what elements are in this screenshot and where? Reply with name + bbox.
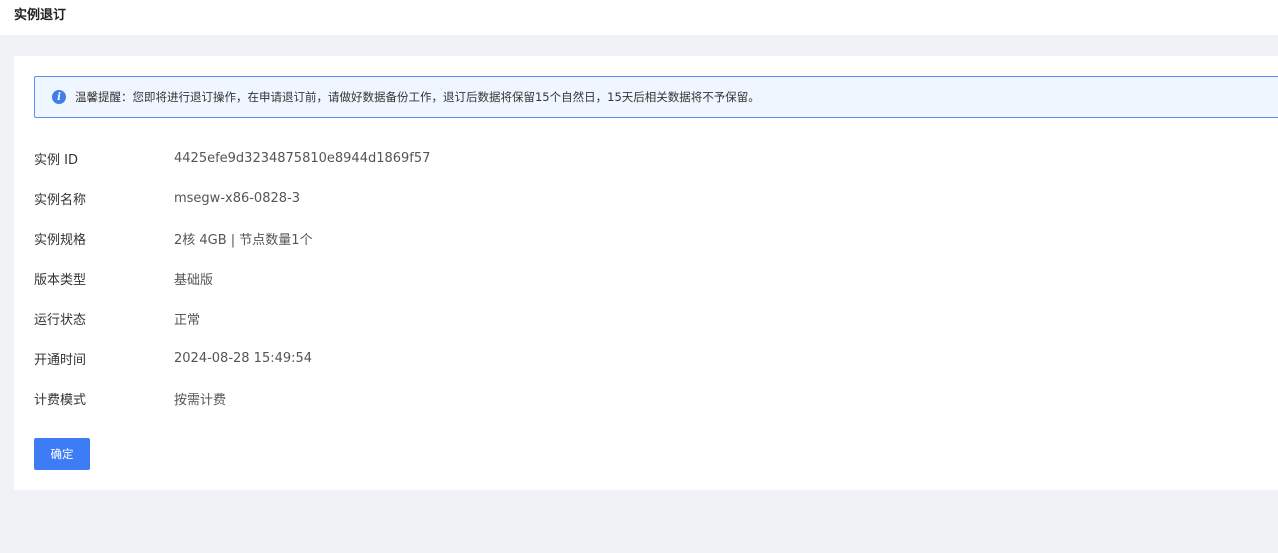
detail-row-status: 运行状态 正常	[34, 308, 200, 328]
detail-label: 开通时间	[34, 352, 87, 368]
page-header: 实例退订	[0, 0, 1278, 35]
notice-text: 温馨提醒：您即将进行退订操作，在申请退订前，请做好数据备份工作，退订后数据将保留…	[75, 90, 760, 104]
detail-label: 版本类型	[34, 272, 87, 288]
detail-label: 计费模式	[34, 392, 87, 408]
detail-row-edition: 版本类型 基础版	[34, 268, 213, 288]
detail-label: 实例名称	[34, 192, 87, 208]
detail-row-instance-name: 实例名称 msegw-x86-0828-3	[34, 188, 300, 208]
detail-value: 正常	[174, 312, 201, 328]
detail-value: 2024-08-28 15:49:54	[174, 350, 313, 366]
detail-label: 运行状态	[34, 312, 87, 328]
detail-value: 基础版	[174, 272, 214, 288]
detail-value: 按需计费	[174, 392, 227, 408]
info-icon: i	[52, 90, 66, 104]
detail-row-instance-spec: 实例规格 2核 4GB | 节点数量1个	[34, 228, 313, 248]
detail-value: 2核 4GB | 节点数量1个	[174, 232, 313, 248]
page-title: 实例退订	[14, 8, 67, 23]
warning-notice: i 温馨提醒：您即将进行退订操作，在申请退订前，请做好数据备份工作，退订后数据将…	[34, 76, 1278, 118]
detail-label: 实例 ID	[34, 152, 78, 168]
detail-row-instance-id: 实例 ID 4425efe9d3234875810e8944d1869f57	[34, 148, 430, 168]
detail-value: 4425efe9d3234875810e8944d1869f57	[174, 150, 431, 166]
detail-row-billing-mode: 计费模式 按需计费	[34, 388, 226, 408]
confirm-button[interactable]: 确定	[34, 438, 90, 470]
unsubscribe-card: i 温馨提醒：您即将进行退订操作，在申请退订前，请做好数据备份工作，退订后数据将…	[14, 56, 1278, 490]
detail-value: msegw-x86-0828-3	[174, 190, 300, 206]
detail-label: 实例规格	[34, 232, 87, 248]
detail-row-created-time: 开通时间 2024-08-28 15:49:54	[34, 348, 312, 368]
